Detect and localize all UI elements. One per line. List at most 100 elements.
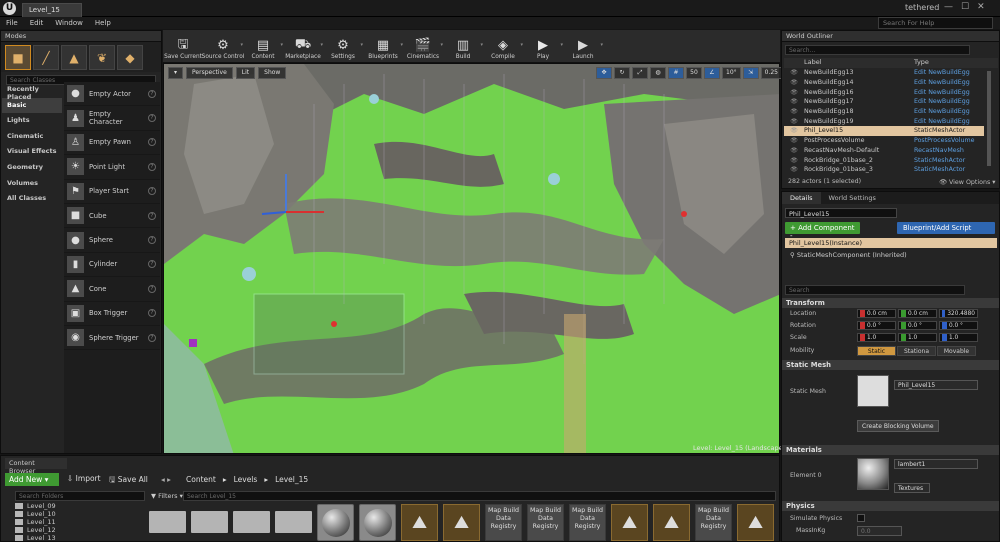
simulate-physics-checkbox[interactable] <box>857 514 865 522</box>
level-tab[interactable]: Level_15 <box>22 3 82 17</box>
class-item-cube[interactable]: ■ Cube? <box>64 204 160 229</box>
eye-icon[interactable]: 👁 <box>784 137 804 144</box>
outliner-row[interactable]: 👁 Phil_Level15 StaticMeshActor <box>784 126 984 136</box>
toolbar-settings-button[interactable]: ⚙ Settings ▾ <box>323 30 363 63</box>
outliner-row[interactable]: 👁 NewBuildEgg14 Edit NewBuildEgg <box>784 78 984 88</box>
outliner-row[interactable]: 👁 PostProcessVolume PostProcessVolume <box>784 136 984 146</box>
map-build-data-asset[interactable]: Map Build Data Registry <box>695 504 732 541</box>
map-build-data-asset[interactable]: Map Build Data Registry <box>485 504 522 541</box>
help-icon[interactable]: ? <box>148 236 156 245</box>
foliage-mode-icon[interactable]: ❦ <box>89 45 115 70</box>
help-icon[interactable]: ? <box>148 138 156 147</box>
folder-item[interactable]: Level_11 <box>15 518 145 526</box>
help-icon[interactable]: ? <box>148 162 156 171</box>
eye-icon[interactable]: 👁 <box>784 89 804 96</box>
search-folders-input[interactable]: Search Folders <box>15 491 145 501</box>
search-assets-input[interactable]: Search Level_15 <box>183 491 776 501</box>
eye-icon[interactable]: 👁 <box>784 147 804 154</box>
help-search-input[interactable]: Search For Help <box>878 17 993 29</box>
rotation-label[interactable]: Rotation <box>790 322 816 329</box>
create-blocking-volume-button[interactable]: Create Blocking Volume <box>857 420 939 432</box>
eye-icon[interactable]: 👁 <box>784 69 804 76</box>
category-recently-placed[interactable]: Recently Placed <box>2 82 62 101</box>
class-item-cylinder[interactable]: ▮ Cylinder? <box>64 253 160 278</box>
viewport-options-button[interactable]: ▾ <box>168 67 184 79</box>
grid-snap-value[interactable]: 50 <box>686 67 702 79</box>
map-build-data-asset[interactable]: Map Build Data Registry <box>527 504 564 541</box>
minimize-icon[interactable]: — <box>944 2 953 12</box>
label-column-header[interactable]: Label <box>804 58 914 68</box>
category-all-classes[interactable]: All Classes <box>2 191 62 207</box>
level-viewport[interactable] <box>163 63 780 454</box>
eye-icon[interactable]: 👁 <box>784 98 804 105</box>
class-item-sphere[interactable]: ● Sphere? <box>64 228 160 253</box>
geometry-mode-icon[interactable]: ◆ <box>117 45 143 70</box>
lit-button[interactable]: Lit <box>235 67 256 79</box>
eye-icon[interactable]: 👁 <box>784 127 804 134</box>
type-column-header[interactable]: Type <box>914 58 929 68</box>
landscape-asset[interactable]: ⛰ <box>779 504 780 541</box>
scale-icon[interactable]: ⤢ <box>632 67 648 79</box>
help-icon[interactable]: ? <box>148 211 156 220</box>
help-icon[interactable]: ? <box>148 333 156 342</box>
instance-row[interactable]: Phil_Level15(Instance) <box>785 238 997 248</box>
folder-asset[interactable] <box>233 511 270 533</box>
mobility-movable[interactable]: Movable <box>937 346 976 356</box>
material-asset[interactable] <box>317 504 354 541</box>
outliner-row[interactable]: 👁 RockBridge_01base_2 StaticMeshActor <box>784 155 984 165</box>
location-label[interactable]: Location <box>790 310 816 317</box>
help-icon[interactable]: ? <box>148 114 156 123</box>
class-item-box-trigger[interactable]: ▣ Box Trigger? <box>64 302 160 326</box>
eye-icon[interactable]: 👁 <box>784 157 804 164</box>
rotation-snap-value[interactable]: 10° <box>722 67 741 79</box>
location-y[interactable]: 0.0 cm <box>898 309 937 318</box>
material-asset[interactable] <box>359 504 396 541</box>
tab-world-settings[interactable]: World Settings <box>821 192 884 204</box>
modes-tab[interactable]: Modes <box>1 31 161 42</box>
mobility-static[interactable]: Static <box>857 346 896 356</box>
scale-snap-value[interactable]: 0.25 <box>760 67 782 79</box>
category-lights[interactable]: Lights <box>2 113 62 129</box>
toolbar-launch-button[interactable]: ▶ Launch ▾ <box>563 30 604 63</box>
add-new-button[interactable]: Add New ▾ <box>5 473 59 486</box>
landscape-asset[interactable]: ⛰ <box>737 504 774 541</box>
menu-window[interactable]: Window <box>55 17 83 29</box>
rotation-z[interactable]: 0.0 ° <box>939 321 978 330</box>
close-icon[interactable]: ✕ <box>977 2 985 12</box>
maximize-icon[interactable]: ☐ <box>961 2 969 12</box>
scale-x[interactable]: 1.0 <box>857 333 896 342</box>
eye-icon[interactable]: 👁 <box>784 166 804 173</box>
scale-label[interactable]: Scale <box>790 334 807 341</box>
help-icon[interactable]: ? <box>148 187 156 196</box>
transform-section[interactable]: Transform <box>782 298 999 308</box>
folder-item[interactable]: Level_12 <box>15 526 145 534</box>
world-icon[interactable]: ◍ <box>650 67 666 79</box>
breadcrumb-levels[interactable]: Levels <box>234 475 258 484</box>
map-build-data-asset[interactable]: Map Build Data Registry <box>569 504 606 541</box>
place-mode-icon[interactable]: ■ <box>5 45 31 70</box>
landscape-asset[interactable]: ⛰ <box>653 504 690 541</box>
outliner-row[interactable]: 👁 RockBridge_01base_3 StaticMeshActor <box>784 165 984 175</box>
paint-mode-icon[interactable]: ╱ <box>33 45 59 70</box>
category-volumes[interactable]: Volumes <box>2 176 62 192</box>
history-arrows[interactable]: ◂ ▸ <box>161 475 171 484</box>
static-mesh-thumbnail[interactable] <box>857 375 889 407</box>
chevron-down-icon[interactable]: ▾ <box>600 42 603 48</box>
component-row[interactable]: ⚲ StaticMeshComponent (Inherited) <box>790 251 907 259</box>
content-browser-tab[interactable]: Content Browser <box>5 458 67 475</box>
rotation-y[interactable]: 0.0 ° <box>898 321 937 330</box>
category-visual-effects[interactable]: Visual Effects <box>2 144 62 160</box>
tab-details[interactable]: Details <box>782 192 821 204</box>
folder-asset[interactable] <box>149 511 186 533</box>
menu-file[interactable]: File <box>6 17 18 29</box>
outliner-search-input[interactable]: Search... <box>785 45 970 55</box>
folder-item[interactable]: Level_09 <box>15 502 145 510</box>
toolbar-play-button[interactable]: ▶ Play ▾ <box>523 30 563 63</box>
show-button[interactable]: Show <box>258 67 287 79</box>
static-mesh-combo[interactable]: Phil_Level15 <box>894 380 978 390</box>
class-item-empty-pawn[interactable]: ♙ Empty Pawn? <box>64 131 160 156</box>
location-x[interactable]: 0.0 cm <box>857 309 896 318</box>
menu-edit[interactable]: Edit <box>30 17 44 29</box>
eye-icon[interactable]: 👁 <box>784 79 804 86</box>
class-item-sphere-trigger[interactable]: ◉ Sphere Trigger? <box>64 326 160 351</box>
